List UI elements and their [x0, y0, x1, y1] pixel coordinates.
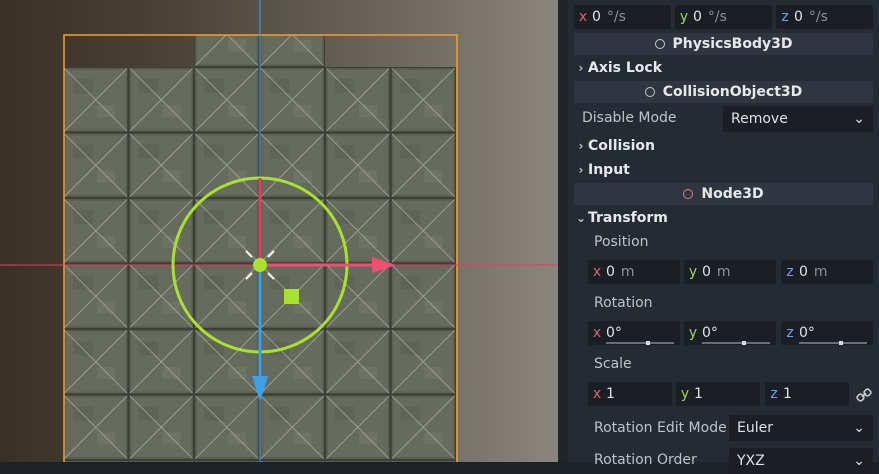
unit: ° — [807, 325, 815, 341]
axis-x-letter: x — [578, 9, 588, 25]
chevron-down-icon: ⌄ — [853, 420, 865, 436]
position-x-field[interactable]: x 0 m — [588, 260, 680, 284]
value: 1 — [783, 386, 792, 402]
axis-x-letter: x — [592, 386, 602, 402]
unit: m — [813, 264, 828, 280]
rotation-label: Rotation — [594, 295, 653, 311]
position-y-field[interactable]: y 0 m — [684, 260, 776, 284]
axis-z-letter: z — [786, 264, 794, 280]
group-label: Axis Lock — [588, 60, 663, 76]
collision-object-section-header: CollisionObject3D — [574, 81, 873, 103]
gizmo-center-handle[interactable] — [253, 258, 267, 272]
plane-handle[interactable] — [284, 289, 299, 304]
position-label: Position — [594, 234, 649, 250]
collision-group[interactable]: › Collision — [574, 135, 656, 157]
chevron-down-icon: ⌄ — [853, 111, 865, 127]
rotation-x-field[interactable]: x 0 ° — [588, 321, 680, 345]
chevron-right-icon: › — [578, 139, 584, 153]
node3d-section-header: Node3D — [574, 183, 873, 205]
node-circle-icon — [644, 87, 655, 97]
value: 1 — [694, 386, 703, 402]
axis-x-letter: x — [592, 264, 602, 280]
value: 0 — [799, 264, 808, 280]
inspector-panel: x 0 °/s y 0 °/s z 0 °/s PhysicsBody3D › … — [568, 0, 879, 474]
group-label: Collision — [588, 138, 656, 154]
value: 0 — [702, 325, 711, 341]
axis-lock-group[interactable]: › Axis Lock — [574, 57, 663, 79]
rotation-z-field[interactable]: z 0 ° — [781, 321, 873, 345]
scale-label: Scale — [594, 356, 632, 372]
unit: °/s — [707, 9, 727, 25]
chevron-down-icon: ⌄ — [853, 453, 865, 469]
axis-x-letter: x — [592, 325, 602, 341]
chevron-right-icon: › — [578, 61, 584, 75]
scale-y-field[interactable]: y 1 — [676, 382, 760, 406]
value: 0 — [799, 325, 808, 341]
rotation-order-dropdown[interactable]: YXZ ⌄ — [729, 448, 873, 474]
angular-velocity-x-field[interactable]: x 0 °/s — [574, 5, 671, 29]
rotation-order-label: Rotation Order — [594, 452, 697, 468]
axis-y-letter: y — [679, 9, 689, 25]
scale-x-field[interactable]: x 1 — [588, 382, 672, 406]
angular-velocity-y-field[interactable]: y 0 °/s — [675, 5, 772, 29]
value: 0 — [794, 9, 803, 25]
section-title: CollisionObject3D — [662, 84, 803, 100]
axis-y-letter: y — [688, 325, 698, 341]
axis-y-letter: y — [688, 264, 698, 280]
unit: °/s — [808, 9, 828, 25]
chevron-down-icon: ⌄ — [575, 211, 587, 225]
disable-mode-label: Disable Mode — [582, 110, 677, 126]
scene-canvas[interactable] — [0, 0, 558, 462]
group-label: Transform — [588, 210, 668, 226]
rotation-y-slider[interactable] — [702, 341, 770, 345]
panel-divider[interactable] — [558, 0, 568, 462]
axis-z-letter: z — [770, 386, 778, 402]
value: 0 — [606, 325, 615, 341]
slider-knob[interactable] — [742, 341, 746, 345]
unit: ° — [614, 325, 622, 341]
node3d-circle-icon — [683, 189, 694, 199]
rotation-z-slider[interactable] — [799, 341, 867, 345]
value: 0 — [693, 9, 702, 25]
position-z-field[interactable]: z 0 m — [781, 260, 873, 284]
rotation-x-slider[interactable] — [606, 341, 674, 345]
dropdown-value: Remove — [731, 111, 788, 127]
section-title: Node3D — [701, 186, 764, 202]
link-icon[interactable] — [856, 387, 872, 403]
unit: m — [620, 264, 635, 280]
section-title: PhysicsBody3D — [672, 36, 793, 52]
disable-mode-dropdown[interactable]: Remove ⌄ — [723, 106, 873, 132]
group-label: Input — [588, 162, 630, 178]
rotation-edit-mode-dropdown[interactable]: Euler ⌄ — [729, 415, 873, 441]
slider-knob[interactable] — [839, 341, 843, 345]
axis-y-letter: y — [680, 386, 690, 402]
value: 0 — [592, 9, 601, 25]
transform-group[interactable]: ⌄ Transform — [574, 207, 668, 229]
axis-z-letter: z — [786, 325, 794, 341]
axis-z-letter: z — [781, 9, 789, 25]
rotation-y-field[interactable]: y 0 ° — [684, 321, 776, 345]
scale-z-field[interactable]: z 1 — [765, 382, 849, 406]
3d-viewport[interactable] — [0, 0, 558, 462]
rotation-edit-mode-label: Rotation Edit Mode — [594, 420, 727, 436]
unit: °/s — [606, 9, 626, 25]
chevron-right-icon: › — [578, 163, 584, 177]
unit: ° — [710, 325, 718, 341]
value: 0 — [606, 264, 615, 280]
input-group[interactable]: › Input — [574, 159, 630, 181]
slider-knob[interactable] — [646, 341, 650, 345]
dropdown-value: YXZ — [737, 453, 765, 469]
dropdown-value: Euler — [737, 420, 773, 436]
value: 0 — [702, 264, 711, 280]
node-circle-icon — [654, 39, 665, 49]
value: 1 — [606, 386, 615, 402]
physics-body-section-header: PhysicsBody3D — [574, 33, 873, 55]
angular-velocity-z-field[interactable]: z 0 °/s — [776, 5, 873, 29]
unit: m — [716, 264, 731, 280]
